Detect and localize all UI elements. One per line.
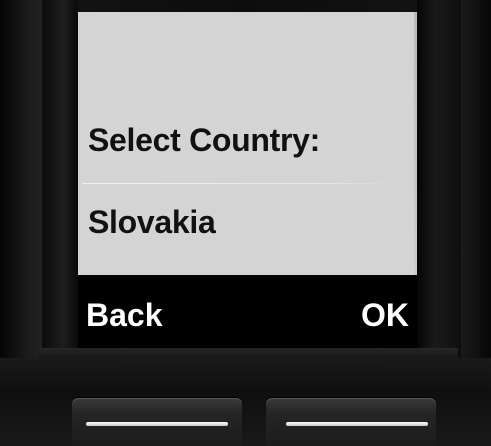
- country-selector-value[interactable]: Slovakia: [88, 204, 216, 241]
- left-key-indicator: [86, 422, 228, 426]
- screen-title: Select Country:: [88, 122, 320, 158]
- left-hardware-softkey-button[interactable]: [72, 398, 242, 446]
- ok-softkey[interactable]: OK: [361, 297, 409, 334]
- left-bezel: [42, 0, 78, 362]
- phone-screen: Select Country: Slovakia Back OK: [78, 12, 417, 358]
- right-bezel: [417, 0, 461, 362]
- screen-scroll-edge: [414, 12, 417, 275]
- right-key-indicator: [286, 422, 428, 426]
- back-softkey[interactable]: Back: [86, 297, 163, 334]
- softkey-bar: Back OK: [78, 275, 417, 358]
- phone-device: Select Country: Slovakia Back OK: [0, 0, 491, 446]
- right-hardware-softkey-button[interactable]: [266, 398, 436, 446]
- menu-divider: [82, 183, 412, 184]
